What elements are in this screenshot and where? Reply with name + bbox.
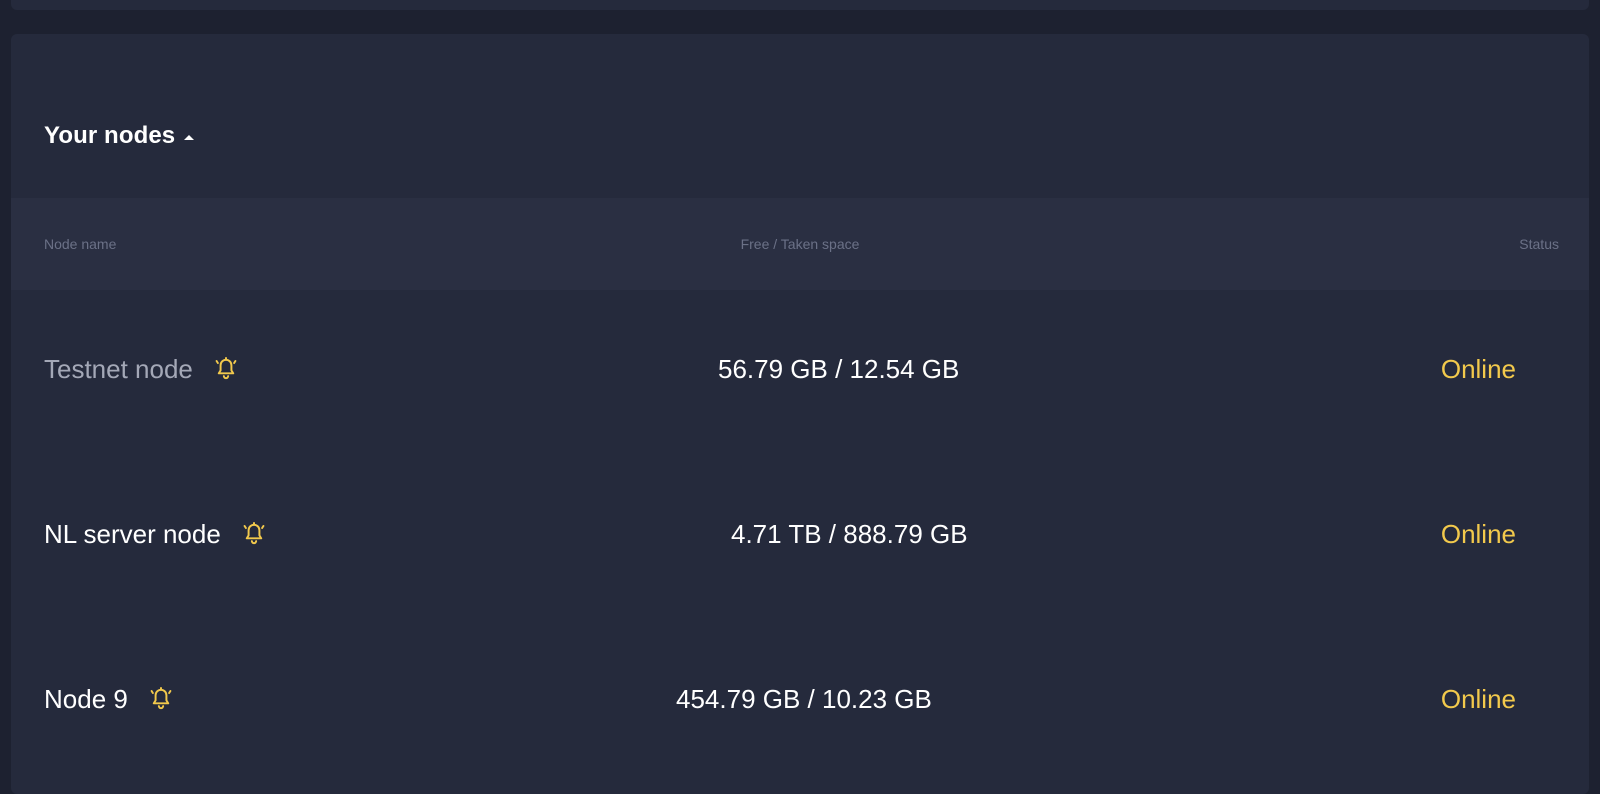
nodes-section-toggle[interactable]: Your nodes	[44, 116, 195, 156]
column-header-space[interactable]: Free / Taken space	[11, 198, 1589, 290]
bell-icon[interactable]	[148, 686, 174, 712]
node-name-cell: NL server node	[44, 504, 267, 564]
table-row[interactable]: Testnet node 56.79 GB / 12.54 GB Online	[11, 339, 1589, 419]
nodes-card-title: Your nodes	[44, 122, 176, 149]
node-name[interactable]: Testnet node	[44, 354, 193, 385]
node-name-cell: Node 9	[44, 669, 174, 729]
previous-card	[11, 0, 1589, 10]
node-name[interactable]: NL server node	[44, 519, 221, 550]
bell-icon[interactable]	[213, 356, 239, 382]
node-name-cell: Testnet node	[44, 339, 239, 399]
space-value: 454.79 GB / 10.23 GB	[676, 684, 932, 714]
status-badge: Online	[1440, 519, 1516, 549]
caret-up-icon	[184, 134, 195, 140]
table-row[interactable]: Node 9 454.79 GB / 10.23 GB Online	[11, 669, 1589, 749]
column-header-status[interactable]: Status	[1519, 198, 1559, 290]
status-badge: Online	[1440, 684, 1516, 714]
table-row[interactable]: NL server node 4.71 TB / 888.79 GB Onlin…	[11, 504, 1589, 584]
space-value: 4.71 TB / 888.79 GB	[731, 519, 968, 549]
node-name[interactable]: Node 9	[44, 684, 128, 715]
bell-icon[interactable]	[241, 521, 267, 547]
nodes-card: Your nodes Node name Free / Taken space …	[11, 34, 1589, 794]
space-value: 56.79 GB / 12.54 GB	[718, 354, 960, 384]
status-badge: Online	[1440, 354, 1516, 384]
table-header: Node name Free / Taken space Status	[11, 198, 1589, 290]
